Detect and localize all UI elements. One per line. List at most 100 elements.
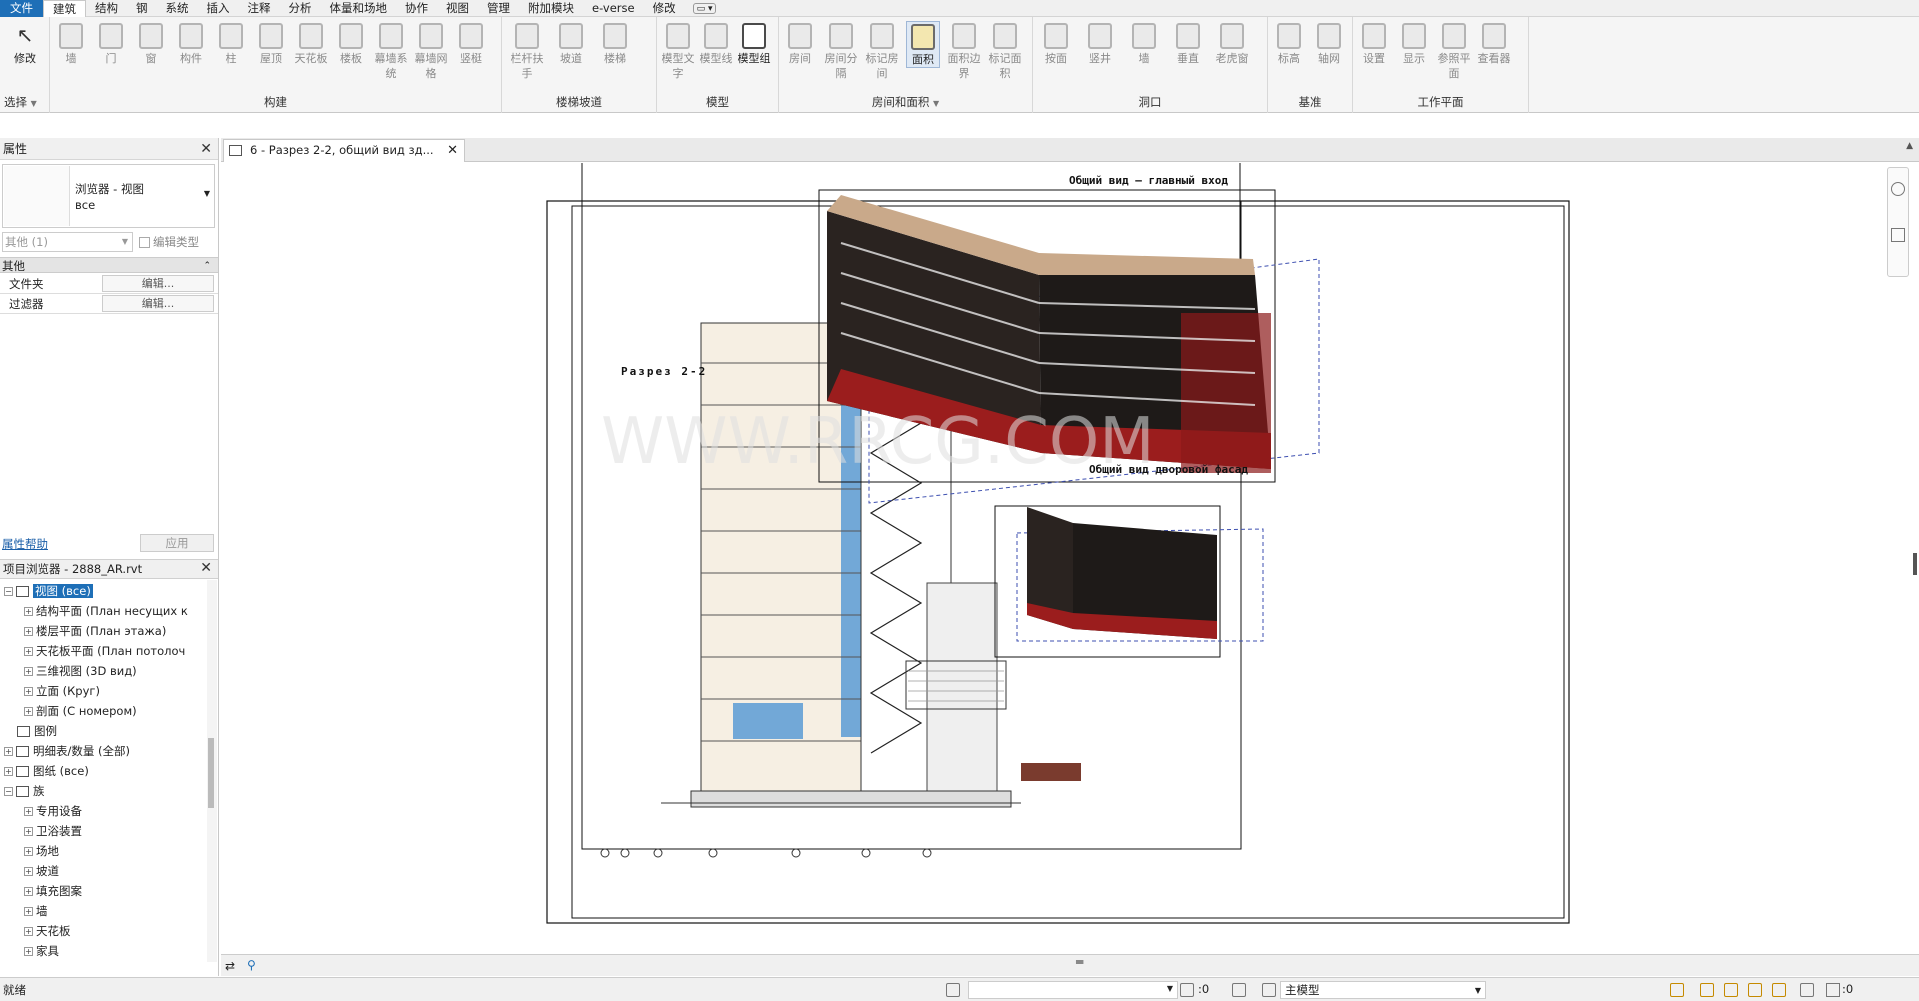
ribbon-button[interactable]: 天花板 <box>294 21 328 66</box>
ribbon-button[interactable]: 构件 <box>174 21 208 66</box>
tree-item[interactable]: + 场地 <box>24 842 59 860</box>
expand-icon[interactable]: + <box>4 747 13 756</box>
ribbon-button[interactable]: 面积 <box>906 21 940 68</box>
ribbon-button[interactable]: 墙 <box>1127 21 1161 66</box>
tree-item[interactable]: − 视图 (все) <box>4 582 93 600</box>
menu-tab[interactable]: 视图 <box>437 0 478 17</box>
ribbon-button[interactable]: 标记面积 <box>988 21 1022 81</box>
expand-icon[interactable]: + <box>24 867 33 876</box>
ribbon-button[interactable]: 按面 <box>1039 21 1073 66</box>
select-links-icon[interactable] <box>1670 983 1684 997</box>
scrollbar-thumb[interactable] <box>208 738 214 808</box>
close-icon[interactable]: ✕ <box>200 138 212 160</box>
expand-icon[interactable]: + <box>24 627 33 636</box>
ribbon-button[interactable]: 老虎窗 <box>1215 21 1249 66</box>
ribbon-button[interactable]: 门 <box>94 21 128 66</box>
tree-item[interactable]: + 剖面 (С номером) <box>24 702 137 720</box>
filter-edit-button[interactable]: 编辑... <box>102 295 214 312</box>
menu-tab[interactable]: 注释 <box>239 0 280 17</box>
ribbon-button[interactable]: 窗 <box>134 21 168 66</box>
expand-icon[interactable]: + <box>24 947 33 956</box>
menu-tab[interactable]: 文件 <box>0 0 43 17</box>
menu-tab[interactable]: 体量和场地 <box>321 0 397 17</box>
ribbon-button[interactable]: 房间分隔 <box>824 21 858 81</box>
select-dropdown[interactable]: 选择 ▼ <box>0 94 49 110</box>
ribbon-button[interactable]: 模型组 <box>737 21 771 66</box>
canvas-scrollbar[interactable] <box>1913 553 1917 575</box>
tree-item[interactable]: + 楼层平面 (План этажа) <box>24 622 166 640</box>
ribbon-button[interactable]: 墙 <box>54 21 88 66</box>
tree-item[interactable]: + 专用设备 <box>24 802 82 820</box>
expand-icon[interactable]: + <box>24 907 33 916</box>
properties-help-link[interactable]: 属性帮助 <box>2 536 48 552</box>
filter-icon[interactable] <box>1826 983 1840 997</box>
ribbon-button[interactable]: 楼板 <box>334 21 368 66</box>
tab-scroll-icon[interactable]: ▲ <box>1906 141 1913 151</box>
instance-filter-select[interactable]: 其他 (1) ▼ <box>2 232 133 252</box>
ribbon-button[interactable]: 楼梯 <box>598 21 632 66</box>
ribbon-toggle-icon[interactable]: ▭ ▾ <box>692 2 717 14</box>
close-icon[interactable]: ✕ <box>200 559 212 578</box>
pin-icon[interactable]: ⚲ <box>247 958 256 972</box>
ribbon-button[interactable]: 轴网 <box>1312 21 1346 66</box>
expand-icon[interactable]: + <box>24 827 33 836</box>
menu-tab[interactable]: 修改 <box>644 0 685 17</box>
close-icon[interactable]: ✕ <box>447 140 458 161</box>
background-process-icon[interactable] <box>1800 983 1814 997</box>
expand-icon[interactable]: + <box>24 927 33 936</box>
ribbon-button[interactable]: 柱 <box>214 21 248 66</box>
tree-item[interactable]: 图例 <box>4 722 57 740</box>
menu-tab[interactable]: e-verse <box>583 0 644 17</box>
tree-item[interactable]: + 立面 (Круг) <box>24 682 100 700</box>
drawing-canvas[interactable]: Разрез 2-2 Общий вид – главный вход Общи… <box>221 163 1919 954</box>
ribbon-button[interactable]: 标记房间 <box>865 21 899 81</box>
ribbon-button[interactable]: 参照平面 <box>1437 21 1471 81</box>
ribbon-button[interactable]: 垂直 <box>1171 21 1205 66</box>
menu-tab[interactable]: 插入 <box>198 0 239 17</box>
ribbon-button[interactable]: 屋顶 <box>254 21 288 66</box>
ribbon-button[interactable]: 栏杆扶手 <box>510 21 544 81</box>
workset-dropdown[interactable]: ▼ <box>968 981 1178 999</box>
expand-icon[interactable]: + <box>24 607 33 616</box>
tree-item[interactable]: + 结构平面 (План несущих к <box>24 602 188 620</box>
tree-item[interactable]: + 卫浴装置 <box>24 822 82 840</box>
tree-item[interactable]: + 三维视图 (3D вид) <box>24 662 137 680</box>
ribbon-button[interactable]: 坡道 <box>554 21 588 66</box>
expand-icon[interactable]: + <box>24 667 33 676</box>
ribbon-button[interactable]: 标高 <box>1272 21 1306 66</box>
navigation-bar[interactable] <box>1887 167 1909 277</box>
expand-icon[interactable]: + <box>24 807 33 816</box>
expand-icon[interactable]: + <box>24 687 33 696</box>
menu-tab[interactable]: 管理 <box>478 0 519 17</box>
tree-item[interactable]: + 墙 <box>24 902 48 920</box>
ribbon-button[interactable]: 竖梃 <box>454 21 488 66</box>
ribbon-button[interactable]: 设置 <box>1357 21 1391 66</box>
editable-only-icon[interactable] <box>1180 983 1194 997</box>
model-icon[interactable] <box>1262 983 1276 997</box>
ribbon-button[interactable]: 查看器 <box>1477 21 1511 66</box>
tree-item[interactable]: + 家具 <box>24 942 59 960</box>
group-label-rooms[interactable]: 房间和面积 ▼ <box>779 94 1032 110</box>
tree-item[interactable]: + 图纸 (все) <box>4 762 89 780</box>
ribbon-button[interactable]: 竖井 <box>1083 21 1117 66</box>
select-pinned-icon[interactable] <box>1724 983 1738 997</box>
modify-button[interactable]: ↖ 修改 <box>6 21 44 66</box>
select-underlay-icon[interactable] <box>1700 983 1714 997</box>
tree-item[interactable]: + 明细表/数量 (全部) <box>4 742 130 760</box>
tree-item[interactable]: + 填充图案 <box>24 882 82 900</box>
menu-tab[interactable]: 协作 <box>396 0 437 17</box>
expand-icon[interactable]: + <box>24 887 33 896</box>
expand-icon[interactable]: + <box>24 707 33 716</box>
document-tab[interactable]: 6 - Разрез 2-2, общий вид зд... ✕ <box>223 139 465 162</box>
design-options-icon[interactable] <box>1232 983 1246 997</box>
tree-scrollbar[interactable] <box>207 580 217 962</box>
ribbon-button[interactable]: 模型线 <box>699 21 733 66</box>
edit-type-button[interactable]: 编辑类型 <box>139 234 199 250</box>
ribbon-button[interactable]: 显示 <box>1397 21 1431 66</box>
ribbon-button[interactable]: 模型文字 <box>661 21 695 81</box>
menu-tab[interactable]: 分析 <box>280 0 321 17</box>
zoom-icon[interactable] <box>1891 228 1905 242</box>
type-selector[interactable]: 浏览器 - 视图 все ▼ <box>2 164 215 228</box>
design-option-dropdown[interactable]: 主模型 ▼ <box>1280 981 1486 999</box>
sheet-scale-icon[interactable]: ⇄ <box>225 959 235 973</box>
